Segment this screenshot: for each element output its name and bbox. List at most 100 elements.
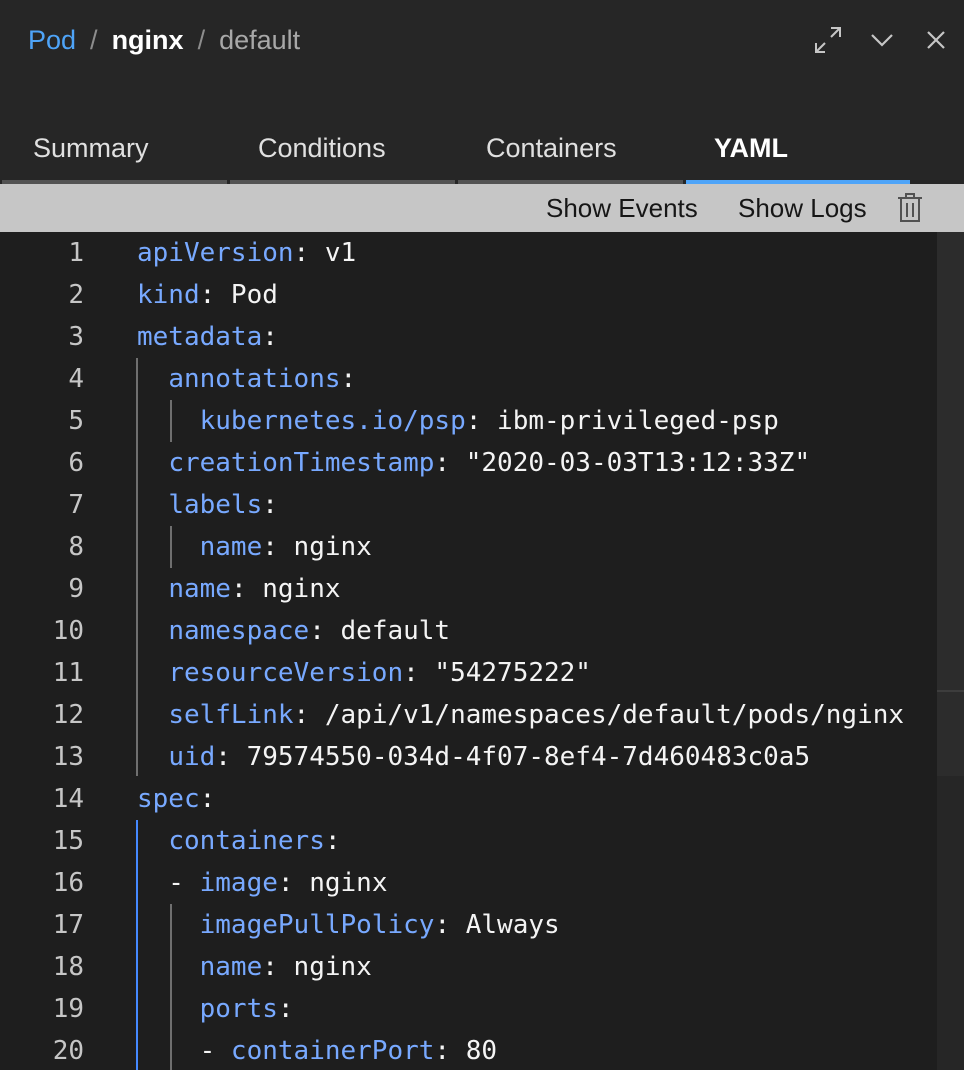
code-line[interactable]: 9 name: nginx xyxy=(0,568,964,610)
code-text: containers: xyxy=(137,820,340,862)
breadcrumb-kind-link[interactable]: Pod xyxy=(28,25,76,55)
line-number: 16 xyxy=(52,868,84,898)
line-number: 17 xyxy=(52,910,84,940)
code-text: kind: Pod xyxy=(137,274,278,316)
yaml-key: containers xyxy=(168,826,325,856)
line-number: 13 xyxy=(52,742,84,772)
tab-label: Containers xyxy=(486,133,617,163)
trash-icon[interactable] xyxy=(896,193,924,223)
yaml-key: name xyxy=(168,574,231,604)
code-indent: - xyxy=(137,1036,231,1066)
code-line[interactable]: 14 spec: xyxy=(0,778,964,820)
yaml-value: : /api/v1/namespaces/default/pods/nginx xyxy=(293,700,905,730)
code-text: imagePullPolicy: Always xyxy=(137,904,560,946)
code-line[interactable]: 16 - image: nginx xyxy=(0,862,964,904)
tab-label: Conditions xyxy=(258,133,386,163)
yaml-value: : "2020-03-03T13:12:33Z" xyxy=(434,448,811,478)
tab-conditions[interactable]: Conditions xyxy=(230,110,455,184)
yaml-key: containerPort xyxy=(230,1036,435,1066)
line-number: 18 xyxy=(52,952,84,982)
chevron-down-icon[interactable] xyxy=(864,22,900,58)
code-line[interactable]: 15 containers: xyxy=(0,820,964,862)
code-line[interactable]: 3 metadata: xyxy=(0,316,964,358)
show-logs-button[interactable]: Show Logs xyxy=(738,184,867,232)
code-line[interactable]: 6 creationTimestamp: "2020-03-03T13:12:3… xyxy=(0,442,964,484)
yaml-value: : nginx xyxy=(230,574,341,604)
code-text: name: nginx xyxy=(137,946,372,988)
code-text: ports: xyxy=(137,988,294,1030)
yaml-key: name xyxy=(199,952,263,982)
breadcrumb: Pod / nginx / default xyxy=(28,22,300,58)
show-events-button[interactable]: Show Events xyxy=(546,184,698,232)
yaml-key: ports xyxy=(199,994,278,1024)
code-line[interactable]: 19 ports: xyxy=(0,988,964,1030)
code-line[interactable]: 10 namespace: default xyxy=(0,610,964,652)
code-text: uid: 79574550-034d-4f07-8ef4-7d460483c0a… xyxy=(137,736,810,778)
code-line[interactable]: 12 selfLink: /api/v1/namespaces/default/… xyxy=(0,694,964,736)
panel-header: Pod / nginx / default xyxy=(0,0,964,110)
yaml-value: : Always xyxy=(434,910,560,940)
breadcrumb-namespace: default xyxy=(219,25,301,55)
yaml-key: imagePullPolicy xyxy=(199,910,435,940)
code-text: metadata: xyxy=(137,316,278,358)
yaml-value: : ibm-privileged-psp xyxy=(465,406,779,436)
code-line[interactable]: 4 annotations: xyxy=(0,358,964,400)
code-text: kubernetes.io/psp: ibm-privileged-psp xyxy=(137,400,779,442)
code-line[interactable]: 7 labels: xyxy=(0,484,964,526)
code-text: creationTimestamp: "2020-03-03T13:12:33Z… xyxy=(137,442,810,484)
code-line[interactable]: 8 name: nginx xyxy=(0,526,964,568)
code-line[interactable]: 18 name: nginx xyxy=(0,946,964,988)
tab-yaml[interactable]: YAML xyxy=(686,110,910,184)
code-line[interactable]: 5 kubernetes.io/psp: ibm-privileged-psp xyxy=(0,400,964,442)
yaml-key: metadata xyxy=(137,322,263,352)
yaml-key: selfLink xyxy=(168,700,294,730)
code-text: name: nginx xyxy=(137,526,372,568)
yaml-value: : xyxy=(340,364,357,394)
yaml-value: : Pod xyxy=(199,280,278,310)
code-text: selfLink: /api/v1/namespaces/default/pod… xyxy=(137,694,904,736)
code-line[interactable]: 2 kind: Pod xyxy=(0,274,964,316)
yaml-editor[interactable]: 1 apiVersion: v1 2 kind: Pod 3 metadata: 4 ann… xyxy=(0,232,964,1070)
code-line[interactable]: 20 - containerPort: 80 xyxy=(0,1030,964,1070)
breadcrumb-separator: / xyxy=(90,25,98,55)
yaml-key: resourceVersion xyxy=(168,658,404,688)
code-line[interactable]: 17 imagePullPolicy: Always xyxy=(0,904,964,946)
line-number: 11 xyxy=(52,658,84,688)
code-text: resourceVersion: "54275222" xyxy=(137,652,591,694)
line-number: 20 xyxy=(52,1036,84,1066)
code-line[interactable]: 13 uid: 79574550-034d-4f07-8ef4-7d460483… xyxy=(0,736,964,778)
code-indent: - xyxy=(137,868,200,898)
code-text: labels: xyxy=(137,484,278,526)
code-line[interactable]: 11 resourceVersion: "54275222" xyxy=(0,652,964,694)
line-number: 8 xyxy=(68,532,84,562)
yaml-key: spec xyxy=(137,784,200,814)
line-number: 10 xyxy=(52,616,84,646)
editor-scrollbar-thumb[interactable] xyxy=(937,232,964,776)
tab-containers[interactable]: Containers xyxy=(458,110,683,184)
code-text: apiVersion: v1 xyxy=(137,232,356,274)
tab-summary[interactable]: Summary xyxy=(2,110,227,184)
yaml-value: : xyxy=(277,994,294,1024)
yaml-value: : 79574550-034d-4f07-8ef4-7d460483c0a5 xyxy=(215,742,811,772)
line-number: 12 xyxy=(52,700,84,730)
expand-icon[interactable] xyxy=(810,22,846,58)
line-number: 1 xyxy=(68,238,84,268)
code-text: annotations: xyxy=(137,358,356,400)
yaml-key: name xyxy=(199,532,263,562)
close-icon[interactable] xyxy=(918,22,954,58)
code-line[interactable]: 1 apiVersion: v1 xyxy=(0,232,964,274)
tab-label: YAML xyxy=(714,133,789,163)
line-number: 5 xyxy=(68,406,84,436)
